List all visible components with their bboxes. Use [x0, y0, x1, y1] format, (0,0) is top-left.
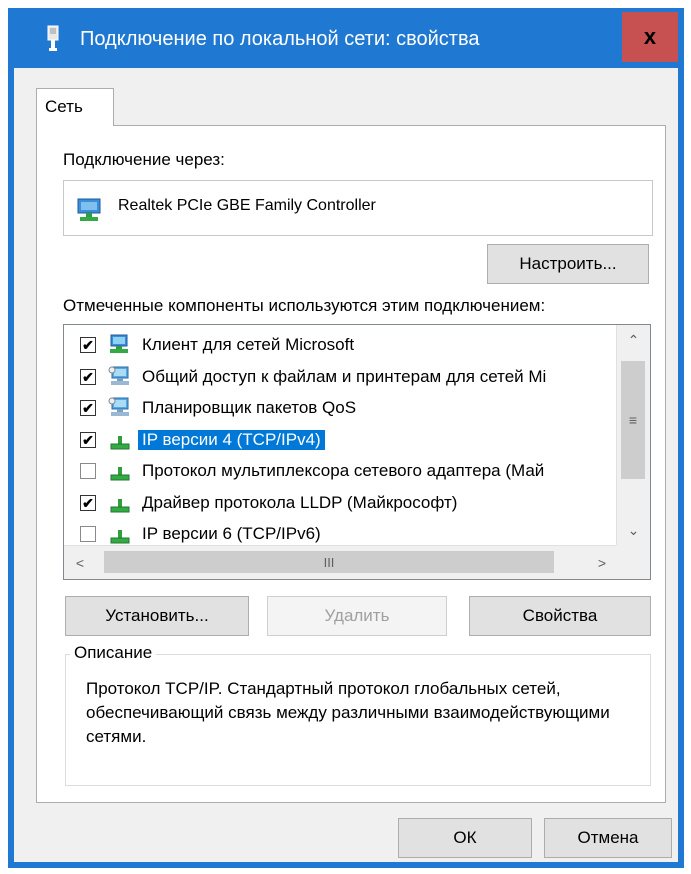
install-button[interactable]: Установить...	[65, 596, 249, 636]
adapter-name: Realtek PCIe GBE Family Controller	[118, 197, 376, 214]
title-bar[interactable]: Подключение по локальной сети: свойства …	[8, 8, 684, 72]
scroll-right-icon[interactable]: >	[586, 546, 618, 579]
component-checkbox[interactable]: ✔	[80, 494, 96, 511]
vertical-scrollbar[interactable]: ⌃ ≡ ⌄	[616, 325, 650, 545]
component-label: Драйвер протокола LLDP (Майкрософт)	[142, 492, 458, 512]
component-checkbox[interactable]: ✔	[80, 400, 96, 416]
network-connection-icon	[47, 25, 59, 51]
network-service-icon	[108, 365, 132, 389]
close-button[interactable]: x	[622, 12, 678, 62]
protocol-icon	[108, 428, 132, 452]
component-checkbox[interactable]	[80, 526, 96, 542]
connect-using-label: Подключение через:	[63, 150, 225, 169]
remove-button[interactable]: Удалить	[267, 596, 447, 636]
cancel-button[interactable]: Отмена	[544, 818, 672, 858]
component-item[interactable]: ✔ Общий доступ к файлам и принтерам для с…	[64, 361, 616, 393]
component-label: IP версии 6 (TCP/IPv6)	[142, 524, 321, 543]
protocol-icon	[108, 491, 132, 515]
properties-button[interactable]: Свойства	[469, 596, 651, 636]
protocol-icon	[108, 459, 132, 483]
tab-network[interactable]: Сеть	[36, 88, 114, 126]
network-service-icon	[108, 396, 132, 420]
scroll-left-icon[interactable]: <	[64, 546, 96, 579]
description-group: Описание Протокол TCP/IP. Стандартный пр…	[65, 643, 651, 786]
component-item[interactable]: Протокол мультиплексора сетевого адаптер…	[64, 455, 616, 487]
component-item[interactable]: ✔ IP версии 4 (TCP/IPv4)	[64, 424, 616, 456]
component-item[interactable]: ✔ Планировщик пакетов QoS	[64, 392, 616, 424]
component-checkbox[interactable]: ✔	[80, 368, 96, 385]
component-checkbox[interactable]: ✔	[80, 337, 96, 353]
components-label: Отмеченные компоненты используются этим …	[63, 296, 546, 315]
horizontal-scroll-thumb[interactable]: III	[104, 551, 554, 573]
scroll-corner	[616, 545, 650, 579]
vertical-scroll-thumb[interactable]: ≡	[621, 361, 645, 479]
properties-dialog: Подключение по локальной сети: свойства …	[8, 8, 684, 868]
description-text: Протокол TCP/IP. Стандартный протокол гл…	[86, 679, 610, 746]
component-label: Протокол мультиплексора сетевого адаптер…	[142, 461, 545, 480]
component-item[interactable]: ✔ Драйвер протокола LLDP (Майкрософт)	[64, 487, 616, 519]
description-legend: Описание	[70, 643, 157, 663]
network-client-icon	[108, 333, 132, 357]
protocol-icon	[108, 522, 132, 546]
component-item[interactable]: ✔ Клиент для сетей Microsoft	[64, 329, 616, 361]
scroll-down-icon[interactable]: ⌄	[617, 515, 650, 545]
component-label: Клиент для сетей Microsoft	[142, 335, 355, 354]
components-list[interactable]: ✔ Клиент для сетей Microsoft ✔ Общий доступ…	[63, 324, 651, 580]
component-checkbox[interactable]	[80, 463, 96, 479]
component-label: Общий доступ к файлам и принтерам для се…	[142, 366, 547, 386]
dialog-body: Сеть Подключение через: Realtek PCIe GBE…	[14, 68, 678, 862]
horizontal-scrollbar[interactable]: < III >	[64, 545, 618, 579]
network-adapter-icon	[77, 198, 101, 221]
component-label: IP версии 4 (TCP/IPv4)	[138, 429, 325, 450]
adapter-box: Realtek PCIe GBE Family Controller	[63, 180, 653, 236]
window-title: Подключение по локальной сети: свойства	[80, 28, 480, 50]
configure-button[interactable]: Настроить...	[487, 244, 649, 284]
component-label: Планировщик пакетов QoS	[142, 398, 357, 417]
ok-button[interactable]: ОК	[398, 818, 532, 858]
tab-panel-network: Подключение через: Realtek PCIe GBE Fami…	[36, 125, 666, 803]
component-checkbox[interactable]: ✔	[80, 431, 96, 448]
scroll-up-icon[interactable]: ⌃	[617, 325, 650, 355]
